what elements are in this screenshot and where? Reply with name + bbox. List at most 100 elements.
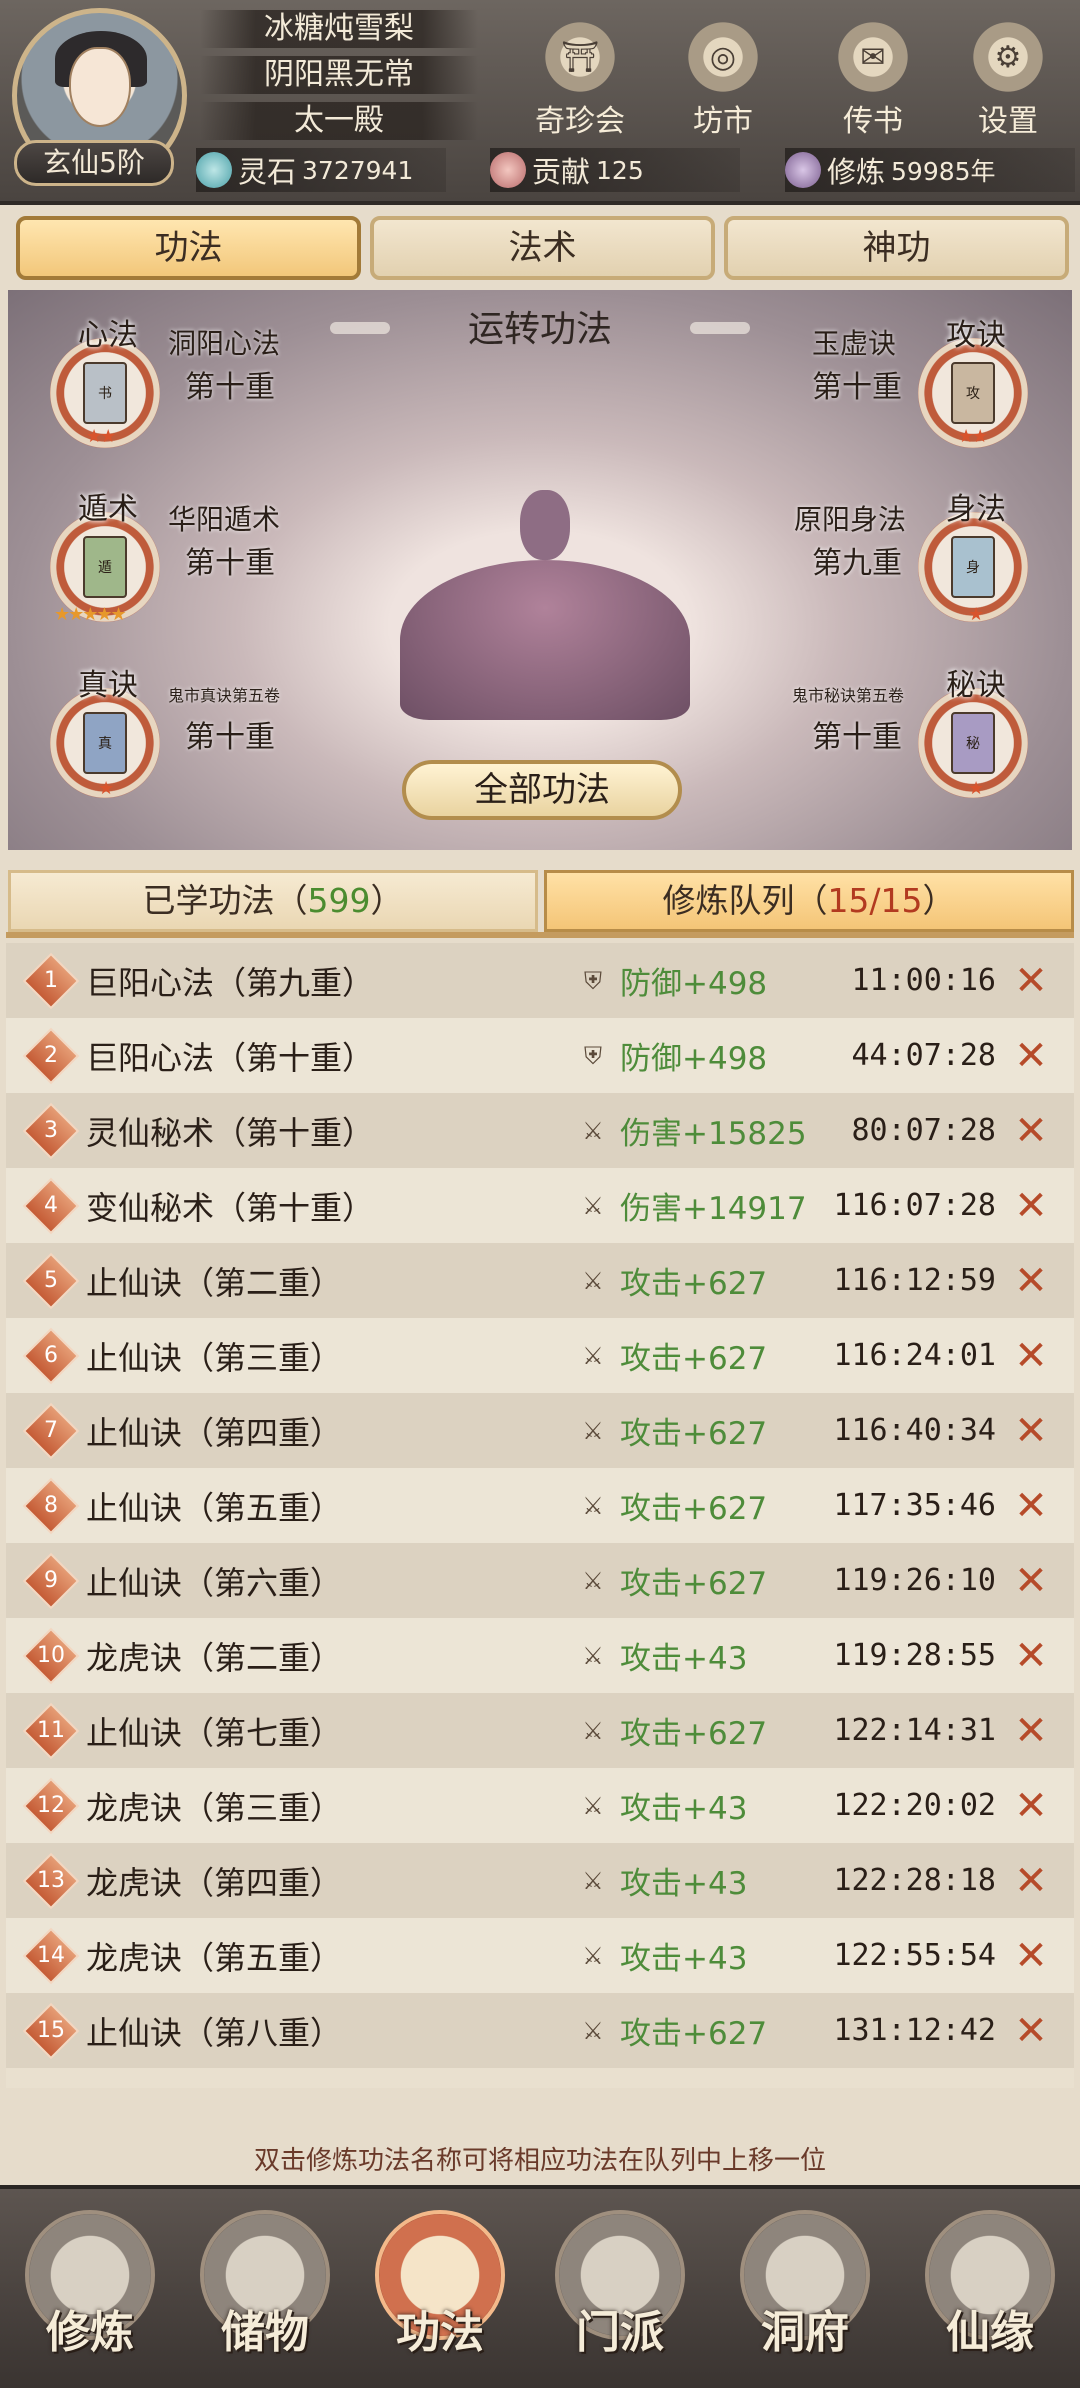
nav-gongfa[interactable]: 功法 (365, 2210, 515, 2380)
nav-label: 洞府 (761, 2307, 849, 2358)
queue-skill-name[interactable]: 龙虎诀（第四重） (86, 1858, 342, 1904)
queue-row[interactable]: 12 龙虎诀（第三重） ⚔ 攻击+43 122:20:02 ✕ (6, 1768, 1074, 1843)
queue-position: 1 (44, 967, 58, 993)
nav-xiulian[interactable]: 修炼 (15, 2210, 165, 2380)
settings-button[interactable]: ⚙ 设置 (953, 22, 1063, 139)
skill-name: 巨阳心法 (86, 963, 215, 1002)
qizhenhui-button[interactable]: ⛩ 奇珍会 (525, 22, 635, 139)
queue-skill-name[interactable]: 止仙诀（第三重） (86, 1333, 342, 1379)
tab-shengong[interactable]: 神功 (724, 216, 1069, 280)
avatar-face (69, 47, 131, 127)
slot-skill-level: 第十重 (185, 370, 275, 405)
queue-skill-name[interactable]: 止仙诀（第四重） (86, 1408, 342, 1454)
sword-icon: ⚔ (582, 1491, 604, 1520)
queue-time: 11:00:16 (851, 963, 997, 998)
remove-icon[interactable]: ✕ (1009, 1859, 1053, 1903)
all-skills-button[interactable]: 全部功法 (402, 760, 682, 820)
spirit-stone-bar: 灵石 3727941 (196, 148, 446, 192)
remove-icon[interactable]: ✕ (1009, 1259, 1053, 1303)
queue-position: 14 (37, 1942, 65, 1968)
queue-row[interactable]: 3 灵仙秘术（第十重） ⚔ 伤害+15825 80:07:28 ✕ (6, 1093, 1074, 1168)
training-queue-list: 1 巨阳心法（第九重） ⛨ 防御+498 11:00:16 ✕ 2 巨阳心法（第十重） ⛨ 防御+… (6, 943, 1074, 2088)
queue-row[interactable]: 15 止仙诀（第八重） ⚔ 攻击+627 131:12:42 ✕ (6, 1993, 1074, 2068)
queue-skill-name[interactable]: 龙虎诀（第五重） (86, 1933, 342, 1979)
fangshi-button[interactable]: ◎ 坊市 (668, 22, 778, 139)
queue-position: 15 (37, 2017, 65, 2043)
skill-name: 灵仙秘术 (86, 1113, 215, 1152)
sword-icon: ⚔ (582, 1191, 604, 1220)
rank-badge: 玄仙5阶 (14, 140, 174, 186)
queue-skill-name[interactable]: 变仙秘术（第十重） (86, 1183, 374, 1229)
remove-icon[interactable]: ✕ (1009, 1634, 1053, 1678)
skill-level: （第二重） (182, 1263, 343, 1302)
remove-icon[interactable]: ✕ (1009, 1934, 1053, 1978)
queue-time: 122:55:54 (833, 1938, 996, 1973)
skill-name: 巨阳心法 (86, 1038, 215, 1077)
chuanshu-button[interactable]: ✉ 传书 (818, 22, 928, 139)
nav-chuwu[interactable]: 储物 (190, 2210, 340, 2380)
queue-row[interactable]: 11 止仙诀（第七重） ⚔ 攻击+627 122:14:31 ✕ (6, 1693, 1074, 1768)
figure-robe (400, 560, 690, 720)
queue-row[interactable]: 2 巨阳心法（第十重） ⛨ 防御+498 44:07:28 ✕ (6, 1018, 1074, 1093)
queue-skill-name[interactable]: 止仙诀（第七重） (86, 1708, 342, 1754)
remove-icon[interactable]: ✕ (1009, 1784, 1053, 1828)
queue-row[interactable]: 6 止仙诀（第三重） ⚔ 攻击+627 116:24:01 ✕ (6, 1318, 1074, 1393)
queue-time: 116:40:34 (833, 1413, 996, 1448)
slot-skill-name: 鬼市真诀第五卷 (168, 686, 281, 705)
queue-row[interactable]: 4 变仙秘术（第十重） ⚔ 伤害+14917 116:07:28 ✕ (6, 1168, 1074, 1243)
remove-icon[interactable]: ✕ (1009, 1484, 1053, 1528)
tab-learned-skills[interactable]: 已学功法（599） (8, 870, 538, 932)
queue-count: 15/15 (827, 881, 923, 920)
queue-row[interactable]: 10 龙虎诀（第二重） ⚔ 攻击+43 119:28:55 ✕ (6, 1618, 1074, 1693)
sword-icon: ⚔ (582, 1416, 604, 1445)
queue-skill-name[interactable]: 灵仙秘术（第十重） (86, 1108, 374, 1154)
queue-skill-name[interactable]: 巨阳心法（第十重） (86, 1033, 374, 1079)
remove-icon[interactable]: ✕ (1009, 1334, 1053, 1378)
remove-icon[interactable]: ✕ (1009, 1709, 1053, 1753)
slot-skill-name: 鬼市秘诀第五卷 (792, 686, 905, 705)
nav-dongfu[interactable]: 洞府 (730, 2210, 880, 2380)
tab-gongfa[interactable]: 功法 (16, 216, 361, 280)
sword-icon: ⚔ (582, 1866, 604, 1895)
book-icon: 书 (83, 362, 127, 424)
queue-row[interactable]: 5 止仙诀（第二重） ⚔ 攻击+627 116:12:59 ✕ (6, 1243, 1074, 1318)
remove-icon[interactable]: ✕ (1009, 1109, 1053, 1153)
slot-skill-level: 第九重 (812, 546, 902, 581)
spirit-stone-value: 3727941 (302, 155, 414, 185)
skill-name: 止仙诀 (86, 2013, 183, 2052)
tab-fashu[interactable]: 法术 (370, 216, 715, 280)
skill-name: 止仙诀 (86, 1713, 183, 1752)
queue-row[interactable]: 9 止仙诀（第六重） ⚔ 攻击+627 119:26:10 ✕ (6, 1543, 1074, 1618)
queue-skill-name[interactable]: 龙虎诀（第二重） (86, 1633, 342, 1679)
remove-icon[interactable]: ✕ (1009, 1184, 1053, 1228)
remove-icon[interactable]: ✕ (1009, 959, 1053, 1003)
remove-icon[interactable]: ✕ (1009, 2009, 1053, 2053)
slot-stars: ★ (968, 778, 984, 799)
remove-icon[interactable]: ✕ (1009, 1409, 1053, 1453)
queue-row[interactable]: 7 止仙诀（第四重） ⚔ 攻击+627 116:40:34 ✕ (6, 1393, 1074, 1468)
remove-icon[interactable]: ✕ (1009, 1034, 1053, 1078)
queue-position: 5 (44, 1267, 58, 1293)
queue-skill-name[interactable]: 止仙诀（第二重） (86, 1258, 342, 1304)
sword-icon: ⚔ (582, 1341, 604, 1370)
queue-row[interactable]: 14 龙虎诀（第五重） ⚔ 攻击+43 122:55:54 ✕ (6, 1918, 1074, 1993)
spirit-stone-icon (196, 152, 232, 188)
queue-skill-name[interactable]: 龙虎诀（第三重） (86, 1783, 342, 1829)
book-icon: 身 (951, 536, 995, 598)
queue-row[interactable]: 13 龙虎诀（第四重） ⚔ 攻击+43 122:28:18 ✕ (6, 1843, 1074, 1918)
queue-skill-name[interactable]: 止仙诀（第八重） (86, 2008, 342, 2054)
queue-skill-name[interactable]: 止仙诀（第五重） (86, 1483, 342, 1529)
remove-icon[interactable]: ✕ (1009, 1559, 1053, 1603)
queue-time: 131:12:42 (833, 2013, 996, 2048)
queue-row[interactable]: 1 巨阳心法（第九重） ⛨ 防御+498 11:00:16 ✕ (6, 943, 1074, 1018)
queue-time: 119:28:55 (833, 1638, 996, 1673)
skill-level: （第三重） (182, 1338, 343, 1377)
tab-training-queue[interactable]: 修炼队列（15/15） (544, 870, 1074, 932)
slot-category: 身法 (946, 492, 1006, 527)
queue-skill-name[interactable]: 巨阳心法（第九重） (86, 958, 374, 1004)
nav-xianyuan[interactable]: 仙缘 (915, 2210, 1065, 2380)
queue-skill-name[interactable]: 止仙诀（第六重） (86, 1558, 342, 1604)
nav-menpai[interactable]: 门派 (545, 2210, 695, 2380)
queue-row[interactable]: 8 止仙诀（第五重） ⚔ 攻击+627 117:35:46 ✕ (6, 1468, 1074, 1543)
queue-effect: 攻击+627 (620, 1566, 768, 1602)
